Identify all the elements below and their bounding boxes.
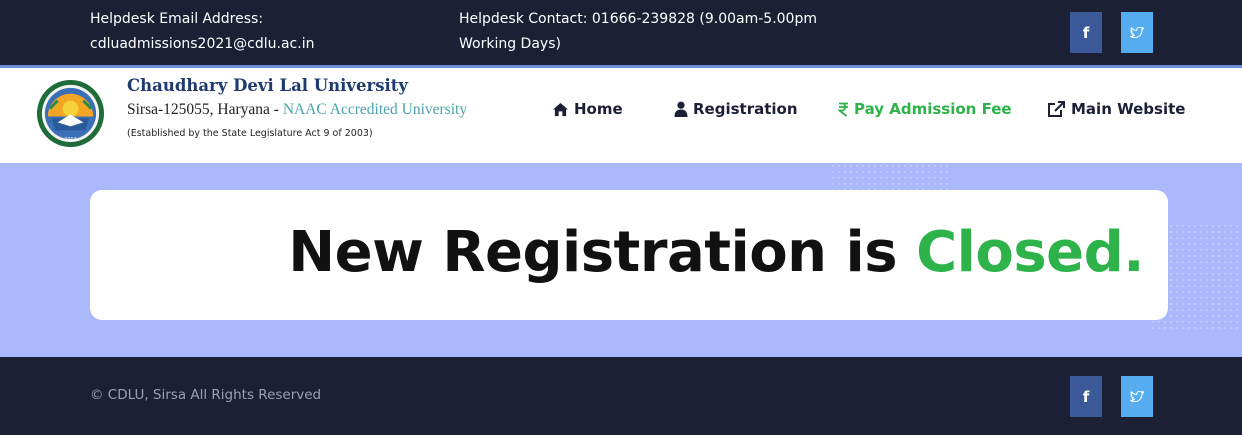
university-location: Sirsa-125055, Haryana - NAAC Accredited … — [127, 101, 467, 119]
nav-pay-admission-fee-label: Pay Admission Fee — [854, 100, 1012, 118]
university-name: Chaudhary Devi Lal University — [127, 76, 408, 95]
helpdesk-contact: Helpdesk Contact: 01666-239828 (9.00am-5… — [459, 7, 819, 57]
helpdesk-email: Helpdesk Email Address: cdluadmissions20… — [90, 7, 390, 57]
nav-main-website[interactable]: Main Website — [1047, 100, 1185, 118]
university-seal-logo[interactable]: 2003 — [36, 79, 105, 148]
notice-card: New Registration is Closed. — [90, 190, 1168, 320]
footer-twitter-button[interactable] — [1121, 376, 1153, 417]
twitter-icon — [1130, 26, 1144, 38]
footer-facebook-button[interactable]: f — [1070, 376, 1102, 417]
facebook-icon: f — [1082, 387, 1090, 406]
rupee-icon — [838, 102, 848, 117]
registration-status-value: Closed. — [916, 220, 1144, 285]
helpdesk-contact-line-1: Helpdesk Contact: 01666-239828 (9.00am-5… — [459, 11, 817, 27]
helpdesk-email-label: Helpdesk Email Address: — [90, 11, 264, 27]
nav-home[interactable]: Home — [552, 100, 623, 118]
university-address: Sirsa-125055, Haryana - — [127, 101, 283, 118]
hero-section: New Registration is Closed. — [0, 163, 1242, 357]
external-link-icon — [1048, 100, 1065, 117]
copyright-text: © CDLU, Sirsa All Rights Reserved — [90, 387, 322, 403]
top-contact-bar: Helpdesk Email Address: cdluadmissions20… — [0, 0, 1242, 65]
bottom-strip — [0, 435, 1242, 440]
registration-status-heading: New Registration is Closed. — [288, 220, 1144, 286]
site-footer: © CDLU, Sirsa All Rights Reserved f — [0, 357, 1242, 435]
nav-main-website-label: Main Website — [1071, 100, 1186, 118]
naac-accreditation: NAAC Accredited University — [282, 101, 468, 118]
user-icon — [674, 101, 688, 117]
helpdesk-email-value[interactable]: cdluadmissions2021@cdlu.ac.in — [90, 32, 390, 57]
home-icon — [553, 102, 568, 116]
nav-pay-admission-fee[interactable]: Pay Admission Fee — [838, 100, 1012, 118]
registration-status-prefix: New Registration is — [288, 220, 917, 285]
nav-home-label: Home — [574, 100, 623, 118]
nav-registration-label: Registration — [693, 100, 798, 118]
facebook-button[interactable]: f — [1070, 12, 1102, 53]
facebook-icon: f — [1082, 23, 1090, 42]
helpdesk-contact-line-2: Working Days) — [459, 36, 561, 52]
nav-registration[interactable]: Registration — [674, 100, 798, 118]
site-header: 2003 Chaudhary Devi Lal University Sirsa… — [0, 68, 1242, 163]
svg-text:2003: 2003 — [64, 137, 77, 143]
establishment-note: (Established by the State Legislature Ac… — [127, 128, 373, 139]
twitter-button[interactable] — [1121, 12, 1153, 53]
twitter-icon — [1130, 390, 1144, 402]
